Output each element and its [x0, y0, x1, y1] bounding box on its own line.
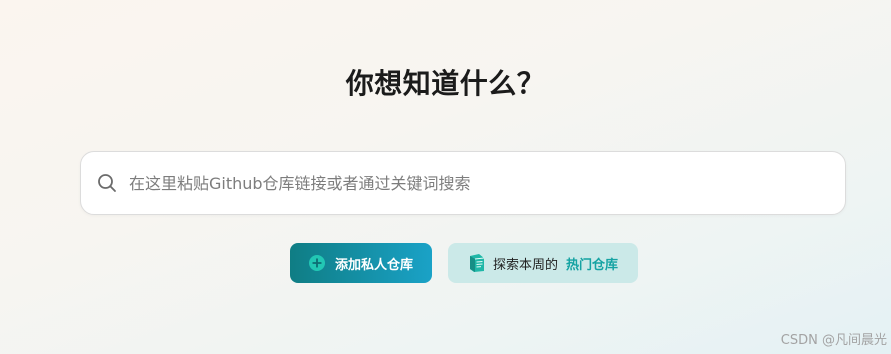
plus-circle-icon — [308, 255, 325, 271]
explore-label: 探索本周的 — [492, 257, 558, 273]
search-icon — [98, 174, 116, 192]
add-private-repo-label: 添加私人仓库 — [334, 257, 413, 273]
add-private-repo-button[interactable]: 添加私人仓库 — [290, 243, 432, 283]
search-box[interactable] — [80, 151, 846, 215]
trending-repos-label: 热门仓库 — [566, 257, 619, 273]
page-title: 你想知道什么？ — [345, 67, 546, 100]
watermark: CSDN @凡间晨光 — [780, 333, 887, 348]
explore-trending-button[interactable]: 探索本周的 热门仓库 — [448, 243, 638, 283]
search-input[interactable] — [129, 163, 845, 203]
book-icon — [469, 254, 485, 272]
